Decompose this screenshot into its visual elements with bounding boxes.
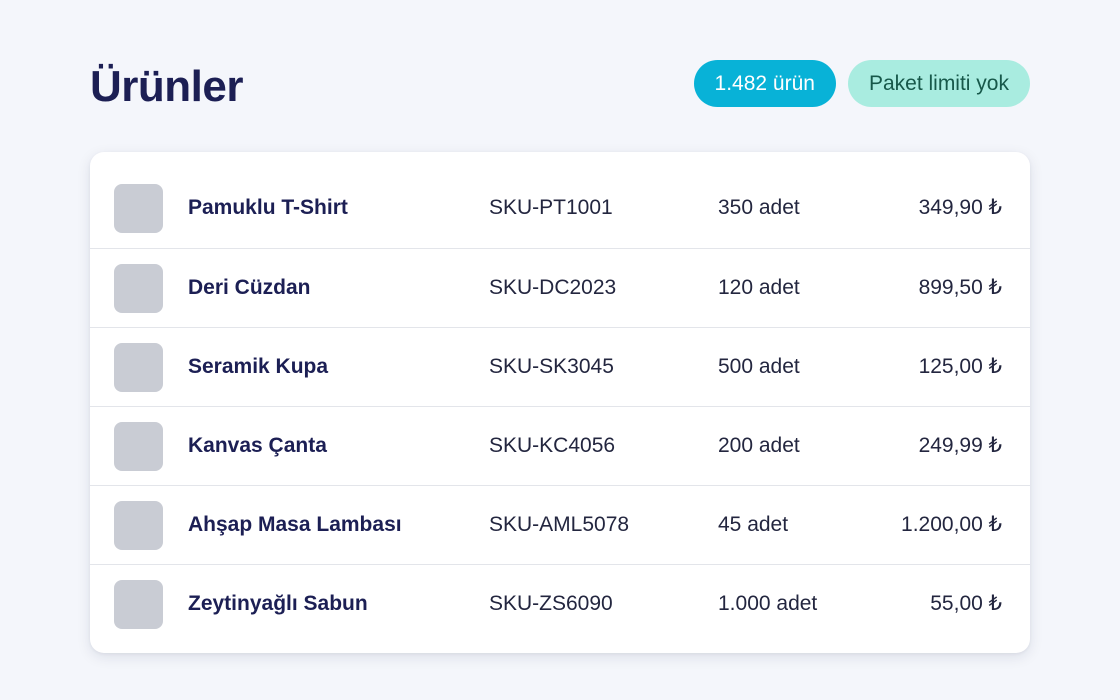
product-card: Pamuklu T-Shirt SKU-PT1001 350 adet 349,… (90, 152, 1030, 653)
product-sku: SKU-KC4056 (489, 434, 616, 457)
product-name[interactable]: Zeytinyağlı Sabun (188, 565, 368, 643)
product-sku: SKU-SK3045 (489, 355, 614, 378)
product-price: 1.200,00 ₺ (901, 513, 1002, 536)
product-price: 249,99 ₺ (918, 434, 1002, 457)
product-sku: SKU-PT1001 (489, 196, 613, 219)
product-row[interactable]: Pamuklu T-Shirt SKU-PT1001 350 adet 349,… (90, 169, 1030, 248)
page-title: Ürünler (90, 62, 243, 111)
product-row[interactable]: Seramik Kupa SKU-SK3045 500 adet 125,00 … (90, 327, 1030, 406)
product-sku: SKU-DC2023 (489, 276, 617, 299)
product-stock: 200 adet (718, 434, 800, 457)
product-stock: 350 adet (718, 196, 800, 219)
product-thumbnail (114, 184, 163, 233)
product-row[interactable]: Ahşap Masa Lambası SKU-AML5078 45 adet 1… (90, 485, 1030, 564)
product-thumbnail (114, 501, 163, 550)
product-stock: 500 adet (718, 355, 800, 378)
product-stock: 45 adet (718, 513, 789, 536)
product-name[interactable]: Kanvas Çanta (188, 407, 327, 485)
product-thumbnail (114, 580, 163, 629)
product-price: 125,00 ₺ (918, 355, 1002, 378)
product-list: Pamuklu T-Shirt SKU-PT1001 350 adet 349,… (90, 169, 1030, 643)
product-row[interactable]: Kanvas Çanta SKU-KC4056 200 adet 249,99 … (90, 406, 1030, 485)
product-row[interactable]: Zeytinyağlı Sabun SKU-ZS6090 1.000 adet … (90, 564, 1030, 643)
product-price: 55,00 ₺ (930, 592, 1002, 615)
product-stock: 120 adet (718, 276, 800, 299)
product-sku: SKU-ZS6090 (489, 592, 613, 615)
product-name[interactable]: Seramik Kupa (188, 328, 328, 406)
product-row[interactable]: Deri Cüzdan SKU-DC2023 120 adet 899,50 ₺ (90, 248, 1030, 327)
product-price: 899,50 ₺ (918, 276, 1002, 299)
product-thumbnail (114, 264, 163, 313)
product-stock: 1.000 adet (718, 592, 818, 615)
product-count-badge: 1.482 ürün (693, 60, 836, 107)
product-price: 349,90 ₺ (918, 196, 1002, 219)
plan-limit-badge: Paket limiti yok (847, 60, 1030, 107)
product-sku: SKU-AML5078 (489, 513, 630, 536)
product-name[interactable]: Deri Cüzdan (188, 249, 311, 327)
product-name[interactable]: Pamuklu T-Shirt (188, 169, 348, 247)
product-thumbnail (114, 422, 163, 471)
product-thumbnail (114, 343, 163, 392)
header-badges: 1.482 ürün Paket limiti yok (693, 60, 1030, 107)
product-name[interactable]: Ahşap Masa Lambası (188, 486, 402, 564)
